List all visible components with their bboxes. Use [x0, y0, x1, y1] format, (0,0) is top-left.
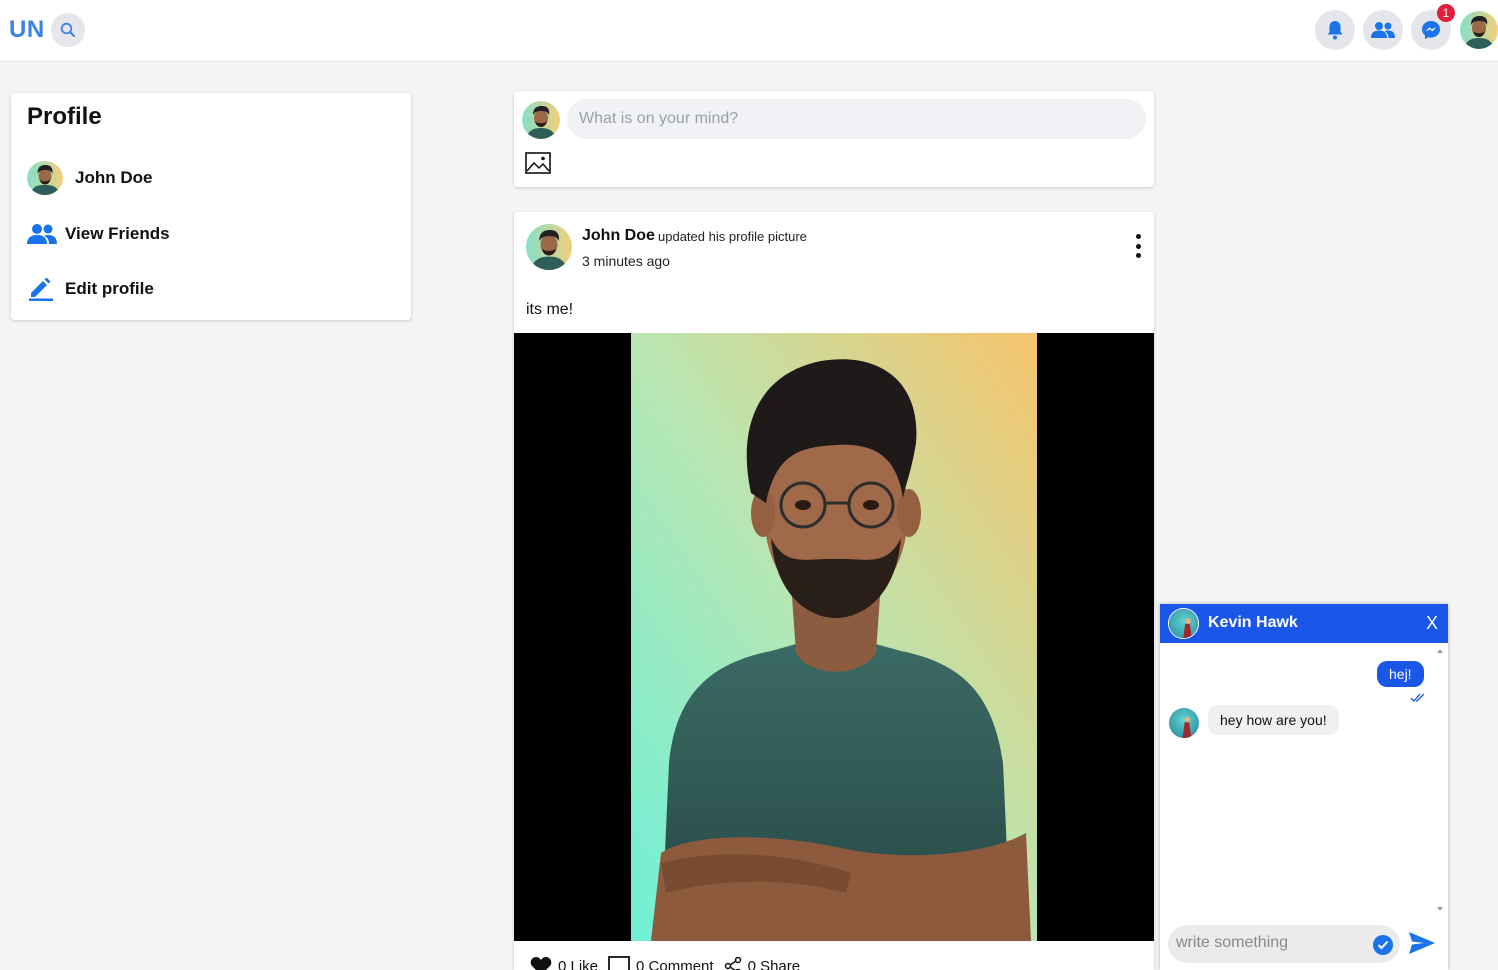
send-button[interactable]	[1408, 931, 1436, 960]
profile-title: Profile	[27, 103, 102, 130]
close-chat-button[interactable]: X	[1426, 613, 1438, 634]
message-sent: hej!	[1377, 661, 1424, 687]
post-composer	[514, 91, 1154, 187]
top-bar: UN 1	[0, 0, 1498, 62]
sidebar-item-edit-profile[interactable]: Edit profile	[27, 277, 154, 301]
chat-scrollbar[interactable]	[1434, 646, 1446, 916]
add-image-button[interactable]	[525, 152, 551, 179]
image-icon	[525, 152, 551, 174]
like-count: 0 Like	[558, 957, 599, 970]
sidebar-item-label: View Friends	[65, 224, 170, 243]
check-button[interactable]	[1373, 935, 1393, 955]
comment-icon	[608, 956, 630, 970]
chat-window: Kevin Hawk X hej! hey how are you!	[1160, 604, 1448, 970]
post-author[interactable]: John Doe	[582, 227, 655, 245]
more-options-button[interactable]	[1132, 234, 1144, 258]
contact-avatar	[1169, 708, 1199, 738]
post-input[interactable]	[567, 99, 1146, 139]
chat-message-input[interactable]	[1176, 934, 1366, 952]
post-text: its me!	[526, 301, 574, 318]
avatar	[27, 161, 67, 195]
chat-input-container	[1168, 925, 1400, 963]
avatar	[522, 101, 560, 139]
post-image[interactable]	[514, 333, 1154, 941]
post-timestamp: 3 minutes ago	[582, 253, 670, 269]
notifications-button[interactable]	[1315, 10, 1355, 50]
user-avatar[interactable]	[1460, 11, 1498, 49]
sidebar-item-label: John Doe	[75, 168, 153, 187]
messenger-button[interactable]: 1	[1411, 4, 1455, 50]
messenger-icon	[1422, 21, 1440, 39]
logo[interactable]: UN	[9, 16, 45, 44]
messages-badge: 1	[1437, 4, 1455, 22]
pencil-icon	[27, 277, 59, 301]
chat-avatar	[1168, 608, 1199, 639]
read-receipt-icon	[1410, 693, 1425, 702]
comment-button[interactable]: 0 Comment	[608, 956, 714, 970]
profile-card: Profile John Doe View Friends Edit profi…	[11, 93, 411, 320]
post-actions: 0 Like 0 Comment 0 Share	[530, 956, 810, 970]
check-icon	[1377, 940, 1389, 950]
search-button[interactable]	[51, 13, 85, 47]
more-dots-icon	[1135, 234, 1141, 239]
chat-contact-name: Kevin Hawk	[1208, 614, 1298, 631]
share-icon	[724, 957, 741, 970]
sidebar-item-label: Edit profile	[65, 279, 154, 298]
send-icon	[1409, 932, 1435, 954]
post-action-text: updated his profile picture	[658, 229, 807, 244]
share-button[interactable]: 0 Share	[724, 956, 801, 970]
sidebar-item-friends[interactable]: View Friends	[27, 223, 170, 245]
comment-count: 0 Comment	[636, 957, 714, 970]
heart-icon	[530, 957, 552, 970]
share-count: 0 Share	[747, 957, 801, 970]
like-button[interactable]: 0 Like	[530, 956, 598, 970]
message-received: hey how are you!	[1208, 705, 1339, 735]
sidebar-item-profile[interactable]: John Doe	[27, 161, 152, 195]
chat-messages: hej! hey how are you!	[1160, 643, 1448, 915]
bell-icon	[1327, 21, 1343, 40]
post-card: John Doe updated his profile picture 3 m…	[514, 212, 1154, 970]
search-icon	[60, 22, 75, 37]
friends-icon	[1371, 22, 1395, 38]
profile-photo	[631, 333, 1037, 941]
author-avatar[interactable]	[526, 224, 572, 270]
friends-button[interactable]	[1363, 10, 1403, 50]
chat-header: Kevin Hawk X	[1160, 604, 1448, 643]
friends-icon	[27, 223, 59, 245]
